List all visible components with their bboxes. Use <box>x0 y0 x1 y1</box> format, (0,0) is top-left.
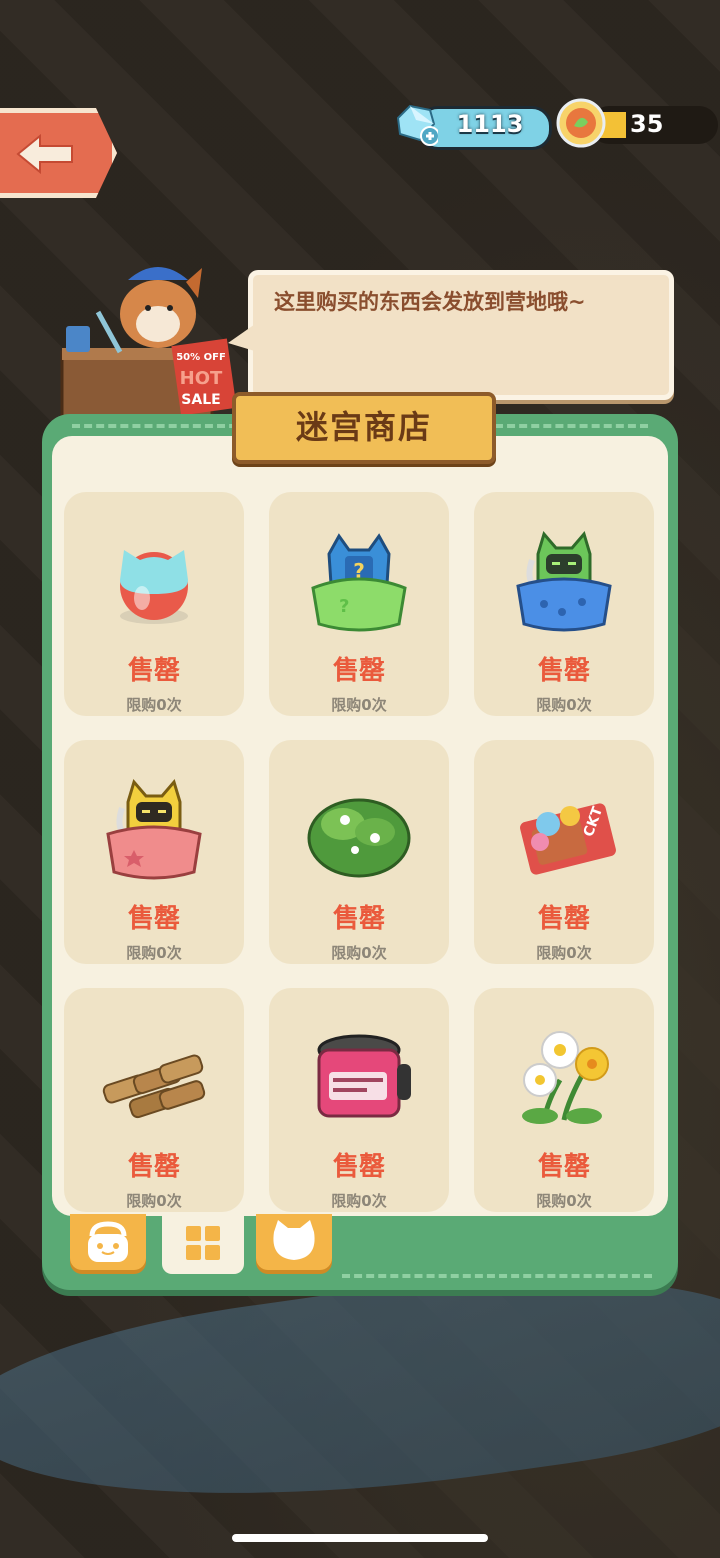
purchase-limit: 限购0次 <box>331 1192 387 1210</box>
wood-logs-icon <box>102 1054 206 1119</box>
flower-bush-icon <box>307 798 411 878</box>
purchase-limit: 限购0次 <box>126 1192 182 1210</box>
shop-item-card[interactable]: 售罄 限购0次 <box>269 988 449 1212</box>
sold-out-label: 售罄 <box>127 656 180 686</box>
shop-item-card[interactable]: 售罄 限购0次 <box>269 740 449 964</box>
cat-icon <box>273 1220 315 1260</box>
tab-cat[interactable] <box>256 1214 332 1270</box>
jam-jar-icon <box>317 1034 411 1118</box>
shop-item-card[interactable]: 售罄 限购0次 <box>64 492 244 716</box>
purchase-limit: 限购0次 <box>331 696 387 714</box>
svg-text:HOT: HOT <box>180 368 223 389</box>
speech-text: 这里购买的东西会发放到营地哦~ <box>274 290 586 314</box>
coin-icon <box>556 98 606 148</box>
tab-grid[interactable] <box>162 1214 244 1274</box>
sold-out-label: 售罄 <box>332 1152 385 1182</box>
shop-item-card[interactable]: 售罄 限购0次 <box>474 988 654 1212</box>
gem-count: 1113 <box>456 110 524 138</box>
back-arrow-icon <box>16 133 73 175</box>
back-button[interactable] <box>0 108 117 198</box>
shop-item-card[interactable]: CKT 售罄 限购0次 <box>474 740 654 964</box>
shop-item-card[interactable]: 售罄 限购0次 <box>64 740 244 964</box>
shop-title: 迷宫商店 <box>295 408 432 446</box>
sold-out-label: 售罄 <box>537 1152 590 1182</box>
shop-item-card[interactable]: ? ? 售罄 限购0次 <box>269 492 449 716</box>
merchant-dog-stall: 50% OFF HOT SALE <box>60 267 237 422</box>
sold-out-label: 售罄 <box>127 1152 180 1182</box>
purchase-limit: 限购0次 <box>536 944 592 962</box>
sold-out-label: 售罄 <box>332 656 385 686</box>
crystal-cat-ball-icon <box>120 550 188 624</box>
hot-sale-sign: 50% OFF HOT SALE <box>171 338 237 416</box>
purchase-limit: 限购0次 <box>536 1192 592 1210</box>
bag-icon <box>88 1221 128 1262</box>
purchase-limit: 限购0次 <box>536 696 592 714</box>
shop-item-card[interactable]: 售罄 限购0次 <box>474 492 654 716</box>
svg-text:SALE: SALE <box>181 392 220 408</box>
purchase-limit: 限购0次 <box>126 944 182 962</box>
sold-out-label: 售罄 <box>537 904 590 934</box>
panel-stitching <box>342 1274 652 1278</box>
gem-plus-icon[interactable] <box>390 100 438 148</box>
sold-out-label: 售罄 <box>537 656 590 686</box>
grid-icon <box>186 1226 220 1260</box>
shop-item-card[interactable]: 售罄 限购0次 <box>64 988 244 1212</box>
purchase-limit: 限购0次 <box>331 944 387 962</box>
sold-out-label: 售罄 <box>332 904 385 934</box>
green-robot-cat-bag-icon <box>516 530 612 632</box>
mystery-blue-bag-icon: ? ? <box>311 533 407 632</box>
svg-text:?: ? <box>339 596 349 617</box>
yellow-robot-cat-bag-icon <box>106 778 202 880</box>
home-indicator <box>232 1534 488 1542</box>
svg-text:50% OFF: 50% OFF <box>176 352 226 363</box>
purchase-limit: 限购0次 <box>126 696 182 714</box>
daisy-flowers-icon <box>522 1031 609 1124</box>
ticket-bundle-icon: CKT <box>520 803 616 875</box>
sold-out-label: 售罄 <box>127 904 180 934</box>
coin-count: 35 <box>630 110 664 138</box>
tab-bag[interactable] <box>70 1214 146 1270</box>
